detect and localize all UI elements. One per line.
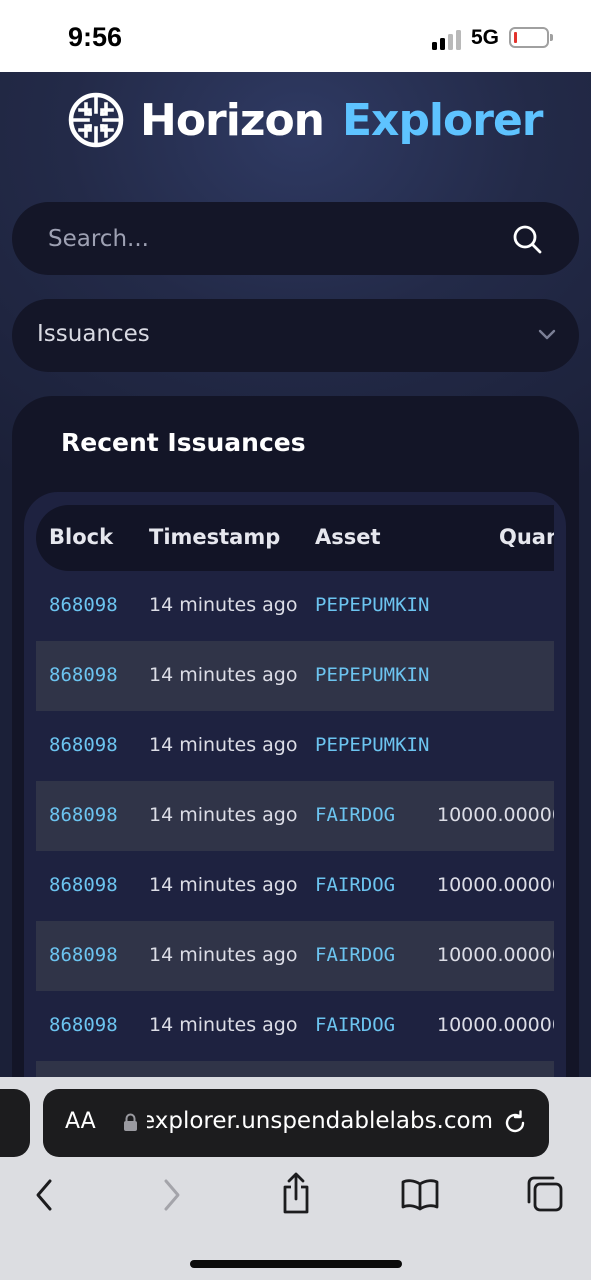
- url-text[interactable]: explorer.unspendablelabs.com: [147, 1108, 493, 1134]
- table-row: 868098 14 minutes ago PEPEPUMKIN: [36, 711, 554, 781]
- table-row: 868098 14 minutes ago PEPEPUMKIN: [36, 641, 554, 711]
- reload-icon[interactable]: [501, 1109, 529, 1137]
- asset-link[interactable]: PEPEPUMKIN: [315, 734, 429, 756]
- bookmarks-icon[interactable]: [400, 1177, 440, 1211]
- table-row: 868098 14 minutes ago FAIRDOG 10000.0000…: [36, 781, 554, 851]
- browser-bottom-bar: AA explorer.unspendablelabs.com: [0, 1077, 591, 1280]
- status-time: 9:56: [68, 22, 123, 52]
- block-link[interactable]: 868098: [49, 874, 118, 896]
- table-row: 868098 14 minutes ago FAIRDOG 10000.0000…: [36, 991, 554, 1061]
- forward-icon[interactable]: [158, 1175, 186, 1215]
- back-icon[interactable]: [30, 1175, 58, 1215]
- timestamp-cell: 14 minutes ago: [149, 664, 298, 686]
- column-header-timestamp[interactable]: Timestamp: [149, 525, 280, 549]
- table-row: 868098 14 minutes ago FAIRDOG 10000.0000…: [36, 851, 554, 921]
- block-link[interactable]: 868098: [49, 734, 118, 756]
- table-header: Block Timestamp Asset Quan: [36, 505, 554, 571]
- asset-link[interactable]: FAIRDOG: [315, 804, 395, 826]
- table-body: 868098 14 minutes ago PEPEPUMKIN 868098 …: [36, 571, 554, 1131]
- block-link[interactable]: 868098: [49, 804, 118, 826]
- asset-link[interactable]: FAIRDOG: [315, 874, 395, 896]
- timestamp-cell: 14 minutes ago: [149, 734, 298, 756]
- block-link[interactable]: 868098: [49, 594, 118, 616]
- brand-name: Horizon: [140, 94, 325, 146]
- quantity-cell: 10000.00000: [437, 1014, 554, 1036]
- signal-strength-icon: [432, 28, 464, 50]
- timestamp-cell: 14 minutes ago: [149, 1014, 298, 1036]
- timestamp-cell: 14 minutes ago: [149, 594, 298, 616]
- text-size-button[interactable]: AA: [65, 1109, 96, 1134]
- status-bar: 9:56 5G: [0, 0, 591, 72]
- timestamp-cell: 14 minutes ago: [149, 804, 298, 826]
- chevron-down-icon: [538, 329, 556, 340]
- search-input[interactable]: [48, 202, 498, 275]
- quantity-cell: 10000.00000: [437, 874, 554, 896]
- quantity-cell: 10000.00000: [437, 944, 554, 966]
- asset-link[interactable]: FAIRDOG: [315, 1014, 395, 1036]
- asset-link[interactable]: PEPEPUMKIN: [315, 664, 429, 686]
- network-type: 5G: [471, 26, 500, 49]
- battery-level: [514, 32, 517, 43]
- view-select-value: Issuances: [37, 321, 150, 347]
- card-title: Recent Issuances: [61, 428, 306, 457]
- table-row: 868098 14 minutes ago PEPEPUMKIN: [36, 571, 554, 641]
- previous-tab-preview[interactable]: [0, 1089, 30, 1157]
- horizon-logo-icon: [68, 92, 124, 148]
- column-header-asset[interactable]: Asset: [315, 525, 381, 549]
- timestamp-cell: 14 minutes ago: [149, 944, 298, 966]
- brand-accent: Explorer: [342, 94, 543, 146]
- search-icon[interactable]: [512, 224, 542, 254]
- asset-link[interactable]: PEPEPUMKIN: [315, 594, 429, 616]
- tabs-icon[interactable]: [526, 1175, 564, 1213]
- block-link[interactable]: 868098: [49, 944, 118, 966]
- block-link[interactable]: 868098: [49, 1014, 118, 1036]
- asset-link[interactable]: FAIRDOG: [315, 944, 395, 966]
- home-indicator: [190, 1260, 402, 1268]
- lock-icon: [124, 1113, 137, 1131]
- share-icon[interactable]: [280, 1171, 312, 1215]
- block-link[interactable]: 868098: [49, 664, 118, 686]
- timestamp-cell: 14 minutes ago: [149, 874, 298, 896]
- battery-icon: [509, 27, 553, 48]
- column-header-quantity[interactable]: Quan: [499, 525, 554, 549]
- view-select[interactable]: Issuances: [12, 299, 579, 372]
- column-header-block[interactable]: Block: [49, 525, 113, 549]
- address-bar[interactable]: AA explorer.unspendablelabs.com: [43, 1089, 549, 1157]
- table-row: 868098 14 minutes ago FAIRDOG 10000.0000…: [36, 921, 554, 991]
- search-box: [12, 202, 579, 275]
- brand-header[interactable]: Horizon Explorer: [68, 90, 543, 150]
- quantity-cell: 10000.00000: [437, 804, 554, 826]
